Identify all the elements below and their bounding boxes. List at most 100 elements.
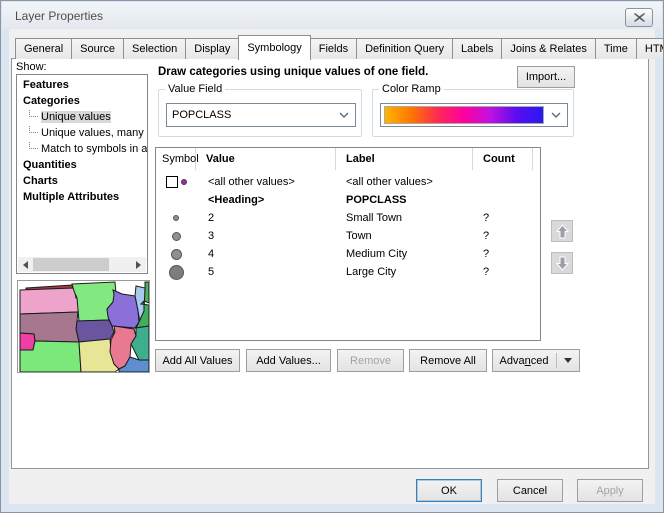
dialog-body: GeneralSourceSelectionDisplaySymbologyFi… <box>9 29 655 504</box>
close-button[interactable] <box>625 8 653 27</box>
symbol-cell <box>156 215 196 221</box>
tab-joins-relates[interactable]: Joins & Relates <box>501 38 595 59</box>
table-row[interactable]: <all other values><all other values> <box>156 173 540 191</box>
button-label: Remove <box>350 355 391 367</box>
tab-labels[interactable]: Labels <box>452 38 502 59</box>
category-symbol[interactable] <box>172 232 181 241</box>
color-ramp-group: Color Ramp <box>372 89 574 137</box>
show-tree: Features Categories Unique values Unique va… <box>17 75 147 205</box>
tab-definition-query[interactable]: Definition Query <box>356 38 453 59</box>
show-item-label: Multiple Attributes <box>23 191 119 203</box>
all-other-values-symbol[interactable] <box>181 179 187 185</box>
add-all-values-button[interactable]: Add All Values <box>155 349 240 372</box>
label-cell: Large City <box>336 266 473 278</box>
tab-selection[interactable]: Selection <box>123 38 186 59</box>
tab-time[interactable]: Time <box>595 38 637 59</box>
tab-general[interactable]: General <box>15 38 72 59</box>
label-cell: Medium City <box>336 248 473 260</box>
value-cell: 4 <box>196 248 336 260</box>
chevron-down-icon <box>545 112 567 118</box>
table-header: SymbolValueLabelCount <box>156 148 540 170</box>
value-cell: 3 <box>196 230 336 242</box>
show-item-label: Quantities <box>23 159 77 171</box>
value-field-combobox[interactable]: POPCLASS <box>166 103 356 127</box>
scroll-right-button[interactable] <box>131 257 146 272</box>
table-row[interactable]: <Heading>POPCLASS <box>156 191 540 209</box>
tree-connector <box>29 125 38 133</box>
show-item-label: Categories <box>23 95 80 107</box>
label-cell: <all other values> <box>336 176 473 188</box>
show-item-match-to-symbols-in-a[interactable]: Match to symbols in a <box>17 141 147 157</box>
tab-source[interactable]: Source <box>71 38 124 59</box>
cancel-button[interactable]: Cancel <box>497 479 563 502</box>
horizontal-scrollbar[interactable] <box>18 257 146 272</box>
symbol-cell <box>156 176 196 188</box>
tab-html-popup[interactable]: HTML Popup <box>636 38 664 59</box>
table-body: <all other values><all other values><Hea… <box>156 170 540 281</box>
show-item-label: Unique values <box>41 111 111 123</box>
category-symbol[interactable] <box>171 249 182 260</box>
add-values--button[interactable]: Add Values... <box>246 349 331 372</box>
table-row[interactable]: 3Town? <box>156 227 540 245</box>
remove-all-button[interactable]: Remove All <box>409 349 487 372</box>
advanced-button[interactable]: Advanced <box>492 349 580 372</box>
arrow-down-icon <box>556 256 569 271</box>
label-cell: Town <box>336 230 473 242</box>
button-label: Add Values... <box>256 355 321 367</box>
value-field-legend: Value Field <box>165 83 225 95</box>
map-preview-image <box>18 281 149 372</box>
show-item-multiple-attributes[interactable]: Multiple Attributes <box>17 189 147 205</box>
window-title: Layer Properties <box>15 9 103 23</box>
scroll-left-button[interactable] <box>18 257 33 272</box>
symbology-map-preview <box>17 280 150 373</box>
count-cell: ? <box>473 248 533 260</box>
show-item-label: Charts <box>23 175 58 187</box>
show-item-unique-values-many[interactable]: Unique values, many <box>17 125 147 141</box>
tab-fields[interactable]: Fields <box>310 38 357 59</box>
table-row[interactable]: 2Small Town? <box>156 209 540 227</box>
symbol-cell <box>156 232 196 241</box>
count-cell: ? <box>473 266 533 278</box>
value-cell: <all other values> <box>196 176 336 188</box>
tree-connector <box>29 109 38 117</box>
show-item-categories[interactable]: Categories <box>17 93 147 109</box>
show-item-charts[interactable]: Charts <box>17 173 147 189</box>
column-header-symbol: Symbol <box>156 148 196 170</box>
value-cell: 2 <box>196 212 336 224</box>
show-item-quantities[interactable]: Quantities <box>17 157 147 173</box>
label-cell: POPCLASS <box>336 194 473 206</box>
tab-display[interactable]: Display <box>185 38 239 59</box>
scroll-right-icon <box>136 261 145 269</box>
arrow-up-icon <box>556 224 569 239</box>
symbol-cell <box>156 249 196 260</box>
table-row[interactable]: 4Medium City? <box>156 245 540 263</box>
remove-button[interactable]: Remove <box>337 349 404 372</box>
tab-symbology[interactable]: Symbology <box>238 35 310 60</box>
color-ramp-combobox[interactable] <box>380 103 568 127</box>
close-icon <box>634 13 645 22</box>
method-description: Draw categories using unique values of o… <box>158 66 428 78</box>
show-item-features[interactable]: Features <box>17 77 147 93</box>
color-ramp-legend: Color Ramp <box>379 83 444 95</box>
unique-values-table: SymbolValueLabelCount <all other values>… <box>155 147 541 341</box>
column-header-count: Count <box>473 148 533 170</box>
ok-button[interactable]: OK <box>416 479 482 502</box>
layer-properties-dialog: Layer Properties GeneralSourceSelectionD… <box>0 0 664 513</box>
all-other-values-checkbox[interactable] <box>166 176 178 188</box>
title-bar[interactable]: Layer Properties <box>2 2 662 29</box>
table-row[interactable]: 5Large City? <box>156 263 540 281</box>
move-up-button[interactable] <box>551 220 573 242</box>
category-symbol[interactable] <box>173 215 179 221</box>
show-label: Show: <box>16 61 47 73</box>
label-cell: Small Town <box>336 212 473 224</box>
show-item-label: Features <box>23 79 69 91</box>
apply-button[interactable]: Apply <box>577 479 643 502</box>
button-label: Remove All <box>420 355 476 367</box>
value-cell: 5 <box>196 266 336 278</box>
column-header-value: Value <box>196 148 336 170</box>
import-button[interactable]: Import... <box>517 66 575 88</box>
category-symbol[interactable] <box>169 265 184 280</box>
move-down-button[interactable] <box>551 252 573 274</box>
scrollbar-thumb[interactable] <box>33 258 109 271</box>
show-item-unique-values[interactable]: Unique values <box>17 109 147 125</box>
